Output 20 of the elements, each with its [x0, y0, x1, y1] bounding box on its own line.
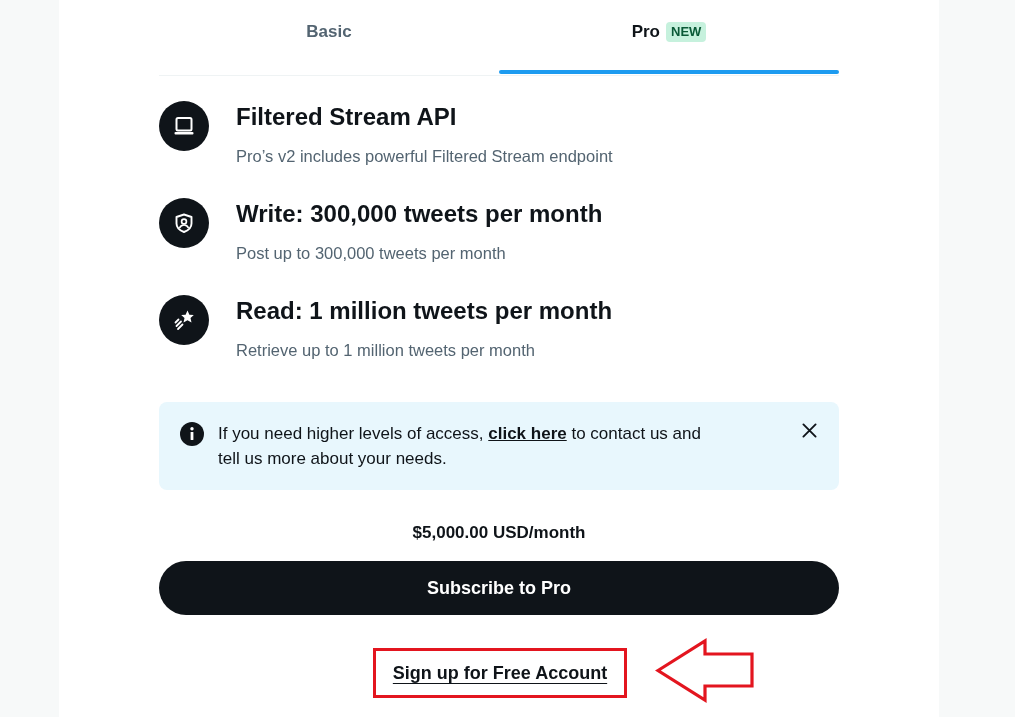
plan-tab[interactable]: Pro NEW: [499, 0, 839, 75]
price-label: $5,000.00 USD/month: [411, 522, 587, 544]
feature-description: Retrieve up to 1 million tweets per month: [236, 340, 536, 361]
close-icon: [802, 423, 817, 438]
signup-link[interactable]: Sign up for Free Account: [392, 664, 608, 682]
feature-title: Write: 300,000 tweets per month: [236, 199, 603, 229]
feature-description: Pro’s v2 includes powerful Filtered Stream endpoint: [236, 146, 613, 167]
laptop-icon: [159, 101, 209, 151]
close-button[interactable]: [802, 423, 817, 438]
info-icon: [180, 422, 204, 446]
feature-description: Post up to 300,000 tweets per month: [236, 243, 507, 264]
subscribe-button[interactable]: Subscribe to Pro: [159, 561, 839, 615]
shield-user-icon: [159, 198, 209, 248]
feature-title: Read: 1 million tweets per month: [236, 296, 613, 326]
plan-tab[interactable]: Basic: [159, 0, 499, 75]
info-message: If you need higher levels of access, click here to contact us and tell us more about your needs.: [218, 423, 702, 470]
contact-link[interactable]: click here: [488, 424, 567, 443]
left-arrow-icon: [655, 638, 756, 704]
feature-title: Filtered Stream API: [236, 102, 458, 132]
label-badge: NEW: [666, 21, 707, 42]
